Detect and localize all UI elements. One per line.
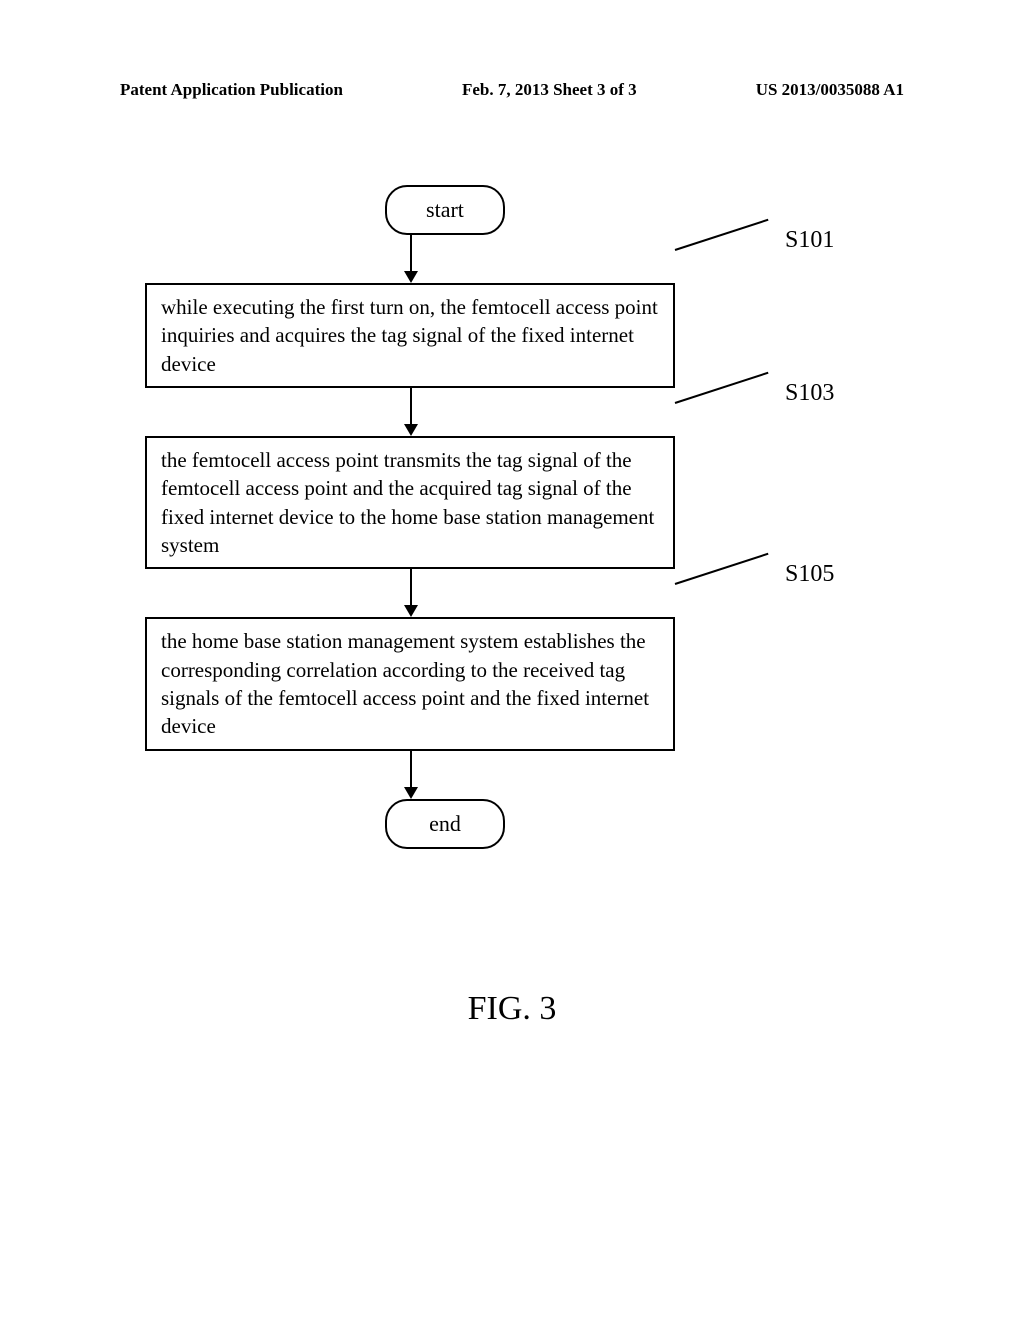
arrow: S105: [145, 569, 675, 617]
process-text-2: the femtocell access point transmits the…: [161, 448, 654, 557]
header-publication: Patent Application Publication: [120, 80, 343, 100]
step-label-s105: S105: [785, 561, 834, 588]
process-text-3: the home base station management system …: [161, 629, 649, 738]
start-label: start: [426, 197, 464, 223]
process-step-2: the femtocell access point transmits the…: [145, 436, 675, 569]
arrow: S101: [145, 235, 675, 283]
step-label-s103: S103: [785, 380, 834, 407]
arrow: S103: [145, 388, 675, 436]
process-step-1: while executing the first turn on, the f…: [145, 283, 675, 388]
flowchart-start: start: [385, 185, 505, 235]
flowchart: start S101 while executing the first tur…: [145, 185, 745, 849]
figure-caption: FIG. 3: [0, 990, 1024, 1028]
process-text-1: while executing the first turn on, the f…: [161, 295, 658, 376]
arrow: [145, 751, 675, 799]
step-label-s101: S101: [785, 227, 834, 254]
end-label: end: [429, 811, 461, 837]
process-step-3: the home base station management system …: [145, 617, 675, 750]
flowchart-end: end: [385, 799, 505, 849]
header-patent-number: US 2013/0035088 A1: [756, 80, 904, 100]
page-header: Patent Application Publication Feb. 7, 2…: [0, 80, 1024, 100]
header-date-sheet: Feb. 7, 2013 Sheet 3 of 3: [462, 80, 637, 100]
